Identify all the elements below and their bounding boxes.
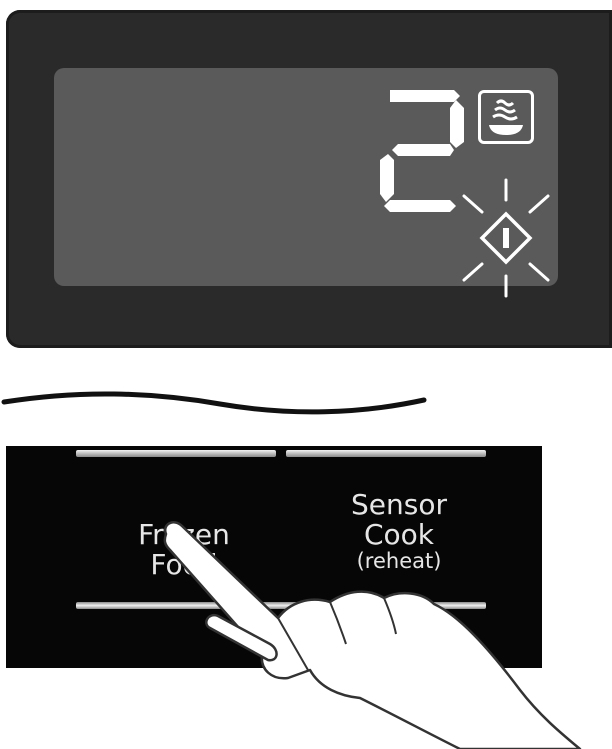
panel-rule xyxy=(76,450,276,457)
start-diamond-icon xyxy=(462,178,550,298)
pointing-hand-icon xyxy=(163,521,582,749)
digit-display: 2 xyxy=(380,90,464,212)
break-line xyxy=(1,391,427,415)
panel-rule xyxy=(286,450,486,457)
bowl-with-steam-icon xyxy=(478,90,534,144)
sensor-cook-label-line1: Sensor xyxy=(351,488,447,521)
